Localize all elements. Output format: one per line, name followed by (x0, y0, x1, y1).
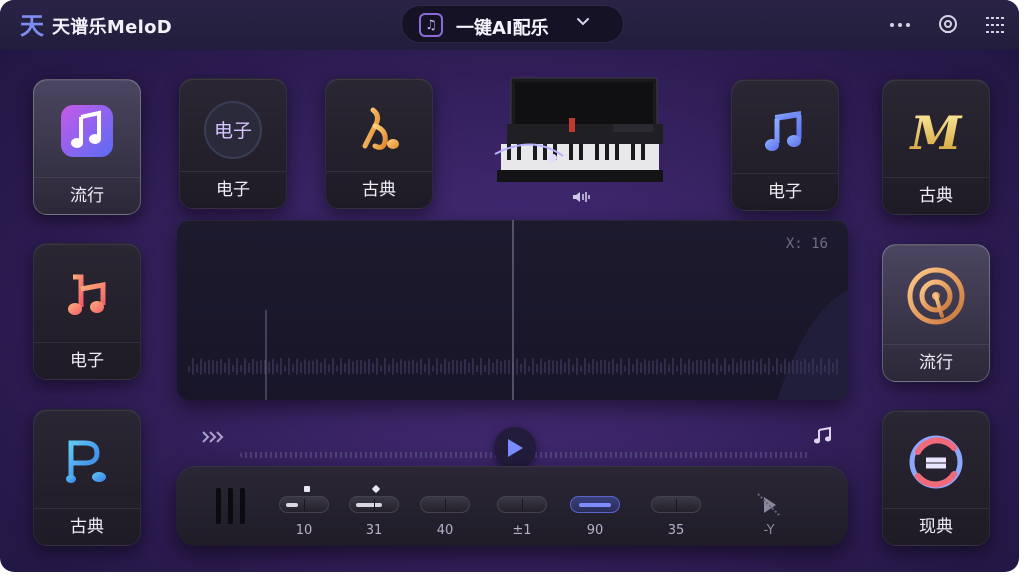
play-icon (508, 439, 523, 457)
tile-label: 电子 (768, 182, 802, 202)
genre-tile-classical[interactable]: 古典 (33, 409, 141, 546)
chevron-down-icon (576, 15, 590, 33)
tile-label: 电子 (70, 351, 104, 371)
mixer-knob-3[interactable] (420, 496, 470, 513)
p-note-icon (34, 420, 140, 502)
pin-disc-icon (883, 255, 989, 337)
knob-value: 31 (365, 523, 383, 538)
app-title: 天谱乐MeloD (52, 17, 172, 38)
mixer-knob-6[interactable] (651, 496, 701, 513)
genre-tile-modern[interactable]: 现典 (882, 410, 990, 546)
swirl-logo-icon (883, 421, 989, 503)
fast-forward-icon[interactable] (201, 430, 227, 448)
tile-divider (326, 171, 432, 172)
play-button[interactable] (494, 427, 536, 469)
tile-label: 古典 (919, 186, 953, 206)
knob-marker (304, 486, 310, 492)
app-logo-icon: 天 (20, 12, 44, 39)
knob-marker (371, 484, 381, 494)
knob-value: 10 (295, 523, 313, 538)
piano-illustration (493, 74, 663, 186)
genre-tile-electronic-right[interactable]: 电子 (731, 79, 839, 211)
double-note-icon (34, 254, 140, 336)
app-window: 天 天谱乐MeloD ♫ 一键AI配乐 流行 电子 古典 电子 电子 古典 电子… (0, 0, 1019, 572)
m-logo-icon: M (883, 90, 989, 172)
beamed-note-icon (732, 90, 838, 172)
tile-divider (732, 173, 838, 174)
svg-text:电子: 电子 (214, 120, 252, 142)
knob-value: 40 (436, 523, 454, 538)
tile-divider (34, 508, 140, 509)
ai-mode-selector[interactable]: ♫ 一键AI配乐 (401, 5, 624, 43)
headphone-icon[interactable] (935, 12, 961, 38)
tile-label: 电子 (216, 180, 250, 200)
tile-label: 现典 (919, 517, 953, 537)
treble-clef-icon (326, 89, 432, 171)
knob-value: ±1 (512, 523, 532, 538)
svg-text:天: 天 (20, 12, 44, 39)
electro-badge-icon: 电子 (180, 89, 286, 171)
waveform[interactable] (177, 220, 848, 400)
more-icon[interactable] (887, 12, 913, 38)
music-note-icon[interactable] (813, 426, 833, 451)
tile-divider (883, 508, 989, 509)
tile-divider (883, 344, 989, 345)
genre-tile-electronic-top[interactable]: 电子 电子 (179, 78, 287, 209)
mixer-knob-2[interactable] (349, 496, 399, 513)
volume-icon[interactable] (571, 189, 593, 209)
mute-play-icon[interactable] (751, 490, 787, 520)
waveform-panel[interactable]: X: 16 (177, 220, 848, 400)
mixer-knob-5[interactable] (570, 496, 620, 513)
tile-label: 流行 (70, 186, 104, 206)
genre-tile-electronic[interactable]: 电子 (33, 243, 141, 380)
tile-label: 古典 (362, 180, 396, 200)
knob-value: -Y (763, 523, 775, 538)
knob-value: 35 (667, 523, 685, 538)
tile-label: 古典 (70, 517, 104, 537)
list-icon[interactable] (982, 12, 1008, 38)
genre-tile-classical-right[interactable]: M 古典 (882, 79, 990, 215)
genre-tile-classical-top[interactable]: 古典 (325, 78, 433, 209)
tile-divider (180, 171, 286, 172)
tile-divider (883, 177, 989, 178)
genre-tile-pop-right[interactable]: 流行 (882, 244, 990, 382)
tile-divider (34, 342, 140, 343)
tile-label: 流行 (919, 353, 953, 373)
top-bar: 天 天谱乐MeloD ♫ 一键AI配乐 (0, 0, 1019, 50)
svg-text:M: M (909, 106, 964, 159)
mixer-panel: 10 31 40 ±1 90 35 -Y (176, 466, 848, 546)
level-meter (216, 488, 256, 524)
time-readout: X: 16 (785, 236, 828, 252)
mode-label: 一键AI配乐 (456, 18, 549, 39)
knob-value: 90 (586, 523, 604, 538)
mixer-knob-4[interactable] (497, 496, 547, 513)
music-app-icon (34, 90, 140, 172)
genre-tile-pop[interactable]: 流行 (33, 79, 141, 215)
tile-divider (34, 177, 140, 178)
mixer-knob-1[interactable] (279, 496, 329, 513)
music-note-icon: ♫ (419, 13, 443, 37)
